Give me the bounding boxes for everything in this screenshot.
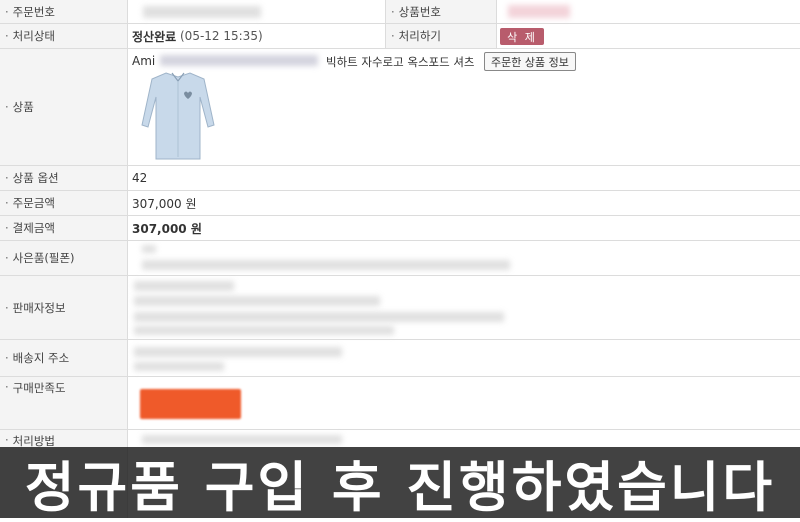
order-amount-row: · 주문금액 307,000 원: [0, 191, 800, 216]
option-value: 42: [132, 171, 148, 185]
payment-amount-row: · 결제금액 307,000 원: [0, 216, 800, 241]
order-number-label: · 주문번호: [0, 0, 128, 23]
order-amount-value: 307,000 원: [132, 196, 197, 211]
action-label: · 처리하기: [385, 24, 497, 48]
seller-row: · 판매자정보: [0, 276, 800, 340]
product-row: · 상품 Ami 빅하트 자수로고 옥스포드 셔츠 주문한 상품 정보: [0, 49, 800, 166]
status-row: · 처리상태 정산완료 (05-12 15:35) · 처리하기 삭 제: [0, 24, 800, 49]
status-text: 정산완료: [132, 29, 177, 44]
seller-info-redacted-2: [134, 296, 380, 306]
satisfaction-button[interactable]: [140, 389, 241, 419]
caption-text: 정규품 구입 후 진행하였습니다: [24, 456, 776, 519]
product-image[interactable]: [136, 67, 220, 163]
status-time: (05-12 15:35): [180, 29, 263, 43]
gift-row: · 사은품(필폰): [0, 241, 800, 276]
status-value: 정산완료 (05-12 15:35): [132, 24, 263, 48]
option-row: · 상품 옵션 42: [0, 166, 800, 191]
product-name-redacted: [160, 55, 318, 66]
order-amount-label: · 주문금액: [0, 191, 128, 215]
seller-info-redacted-4: [134, 326, 394, 335]
option-label: · 상품 옵션: [0, 166, 128, 190]
status-label: · 처리상태: [0, 24, 128, 48]
product-number-label: · 상품번호: [385, 0, 497, 23]
shipping-address-redacted: [134, 347, 342, 357]
shipping-address-redacted-2: [134, 362, 224, 371]
gift-value-redacted: [142, 245, 156, 253]
gift-value-redacted-2: [142, 260, 510, 270]
seller-info-redacted-3: [134, 312, 504, 322]
product-info-button[interactable]: 주문한 상품 정보: [484, 52, 576, 71]
satisfaction-label: · 구매만족도: [0, 377, 128, 429]
seller-info-redacted-1: [134, 281, 234, 291]
satisfaction-row: · 구매만족도: [0, 377, 800, 430]
order-number-value-redacted: [143, 6, 261, 18]
shipping-label: · 배송지 주소: [0, 340, 128, 376]
shipping-row: · 배송지 주소: [0, 340, 800, 377]
order-number-row: · 주문번호 · 상품번호: [0, 0, 800, 24]
payment-amount-label: · 결제금액: [0, 216, 128, 240]
caption-overlay: 정규품 구입 후 진행하였습니다: [0, 447, 800, 519]
seller-label: · 판매자정보: [0, 276, 128, 339]
payment-amount-value: 307,000 원: [132, 221, 202, 236]
product-name[interactable]: 빅하트 자수로고 옥스포드 셔츠: [326, 54, 475, 70]
product-label: · 상품: [0, 49, 128, 165]
product-number-value-redacted: [508, 5, 570, 18]
gift-label: · 사은품(필폰): [0, 241, 128, 275]
product-brand: Ami: [132, 54, 156, 68]
delete-button[interactable]: 삭 제: [500, 28, 544, 45]
